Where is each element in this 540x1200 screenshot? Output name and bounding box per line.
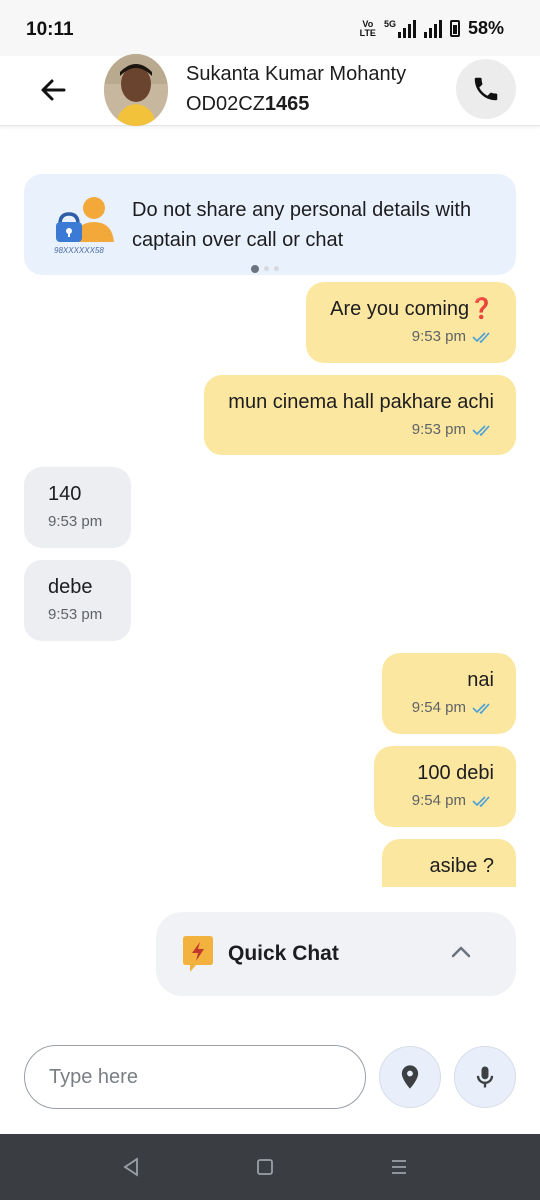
battery-percent: 58%: [467, 18, 504, 38]
quick-chat-label: Quick Chat: [228, 942, 339, 965]
message-text: asibe ?: [429, 855, 495, 877]
microphone-icon: [476, 1066, 494, 1088]
double-check-icon: [472, 331, 490, 343]
outgoing-message[interactable]: mun cinema hall pakhare achi 9:53 pm: [204, 375, 516, 455]
lock-user-icon: 98XXXXXX58: [50, 192, 120, 258]
volte-indicator: Vo LTE: [359, 18, 376, 38]
carousel-dot: [251, 264, 259, 273]
status-icons: Vo LTE 5G 58%: [360, 18, 504, 39]
nav-recents-button[interactable]: [386, 1154, 412, 1180]
double-check-icon: [472, 702, 490, 714]
battery-icon: [449, 20, 460, 37]
message-text: 140: [48, 483, 82, 505]
outgoing-message[interactable]: Are you coming❓ 9:53 pm: [306, 282, 516, 363]
message-input[interactable]: [24, 1045, 366, 1109]
phone-icon: [474, 77, 498, 101]
message-time: 9:54 pm: [411, 699, 466, 716]
chat-header: Sukanta Kumar Mohanty OD02CZ1465: [0, 54, 540, 126]
vehicle-number: OD02CZ1465: [186, 93, 309, 116]
masked-number: 98XXXXXX58: [54, 246, 104, 255]
message-text: 100 debi: [417, 762, 494, 784]
signal-icon: [423, 19, 442, 38]
share-location-button[interactable]: [379, 1046, 441, 1108]
back-button[interactable]: [38, 74, 70, 106]
carousel-dot: [264, 266, 269, 271]
carousel-dots: [251, 264, 279, 273]
message-time: 9:53 pm: [411, 421, 466, 438]
message-meta: 9:53 pm: [330, 328, 494, 345]
incoming-message[interactable]: debe 9:53 pm: [24, 560, 131, 641]
outgoing-message[interactable]: 100 debi 9:54 pm: [374, 746, 516, 827]
arrow-left-icon: [41, 79, 66, 101]
message-meta: 9:53 pm: [48, 606, 109, 623]
message-text: nai: [467, 669, 494, 691]
message-text: debe: [48, 576, 93, 598]
vehicle-number-prefix: OD02CZ: [186, 93, 265, 115]
contact-name: Sukanta Kumar Mohanty: [186, 63, 407, 85]
message-time: 9:54 pm: [411, 792, 466, 809]
nav-back-button[interactable]: [118, 1154, 144, 1180]
message-meta: 9:54 pm: [406, 699, 494, 716]
voice-input-button[interactable]: [454, 1046, 516, 1108]
carousel-dot: [274, 266, 279, 271]
message-time: 9:53 pm: [48, 606, 103, 623]
message-composer: [0, 1044, 540, 1110]
nav-home-button[interactable]: [252, 1154, 278, 1180]
menu-lines-icon: [392, 1160, 406, 1174]
message-time: 9:53 pm: [411, 328, 466, 345]
status-bar: 10:11 Vo LTE 5G 58%: [0, 0, 540, 56]
call-button[interactable]: [456, 59, 516, 119]
location-pin-icon: [401, 1065, 419, 1089]
outgoing-message[interactable]: nai 9:54 pm: [382, 653, 516, 734]
chevron-up-icon[interactable]: [450, 944, 472, 960]
avatar-photo: [104, 54, 168, 126]
message-meta: 9:53 pm: [48, 513, 109, 530]
privacy-notice-card: 98XXXXXX58 Do not share any personal det…: [24, 174, 516, 275]
status-time: 10:11: [26, 19, 74, 40]
avatar[interactable]: [104, 54, 168, 126]
square-home-icon: [257, 1159, 273, 1175]
triangle-back-icon: [123, 1157, 138, 1177]
signal-5g-icon: 5G: [384, 19, 416, 38]
incoming-message[interactable]: 140 9:53 pm: [24, 467, 131, 548]
vehicle-number-suffix: 1465: [264, 93, 310, 115]
message-meta: 9:53 pm: [228, 421, 494, 438]
message-time: 9:53 pm: [48, 513, 103, 530]
quick-chat-button[interactable]: Quick Chat: [156, 912, 516, 996]
message-meta: 9:54 pm: [398, 792, 494, 809]
lightning-bubble-icon: [183, 936, 213, 972]
message-text: Are you coming❓: [330, 298, 494, 320]
outgoing-message[interactable]: asibe ?: [382, 839, 516, 887]
chat-messages[interactable]: 98XXXXXX58 Do not share any personal det…: [0, 127, 540, 887]
system-navigation-bar: [0, 1134, 540, 1200]
message-text: mun cinema hall pakhare achi: [228, 391, 494, 413]
privacy-notice-text: Do not share any personal details with c…: [132, 199, 472, 251]
double-check-icon: [472, 795, 490, 807]
double-check-icon: [472, 424, 490, 436]
